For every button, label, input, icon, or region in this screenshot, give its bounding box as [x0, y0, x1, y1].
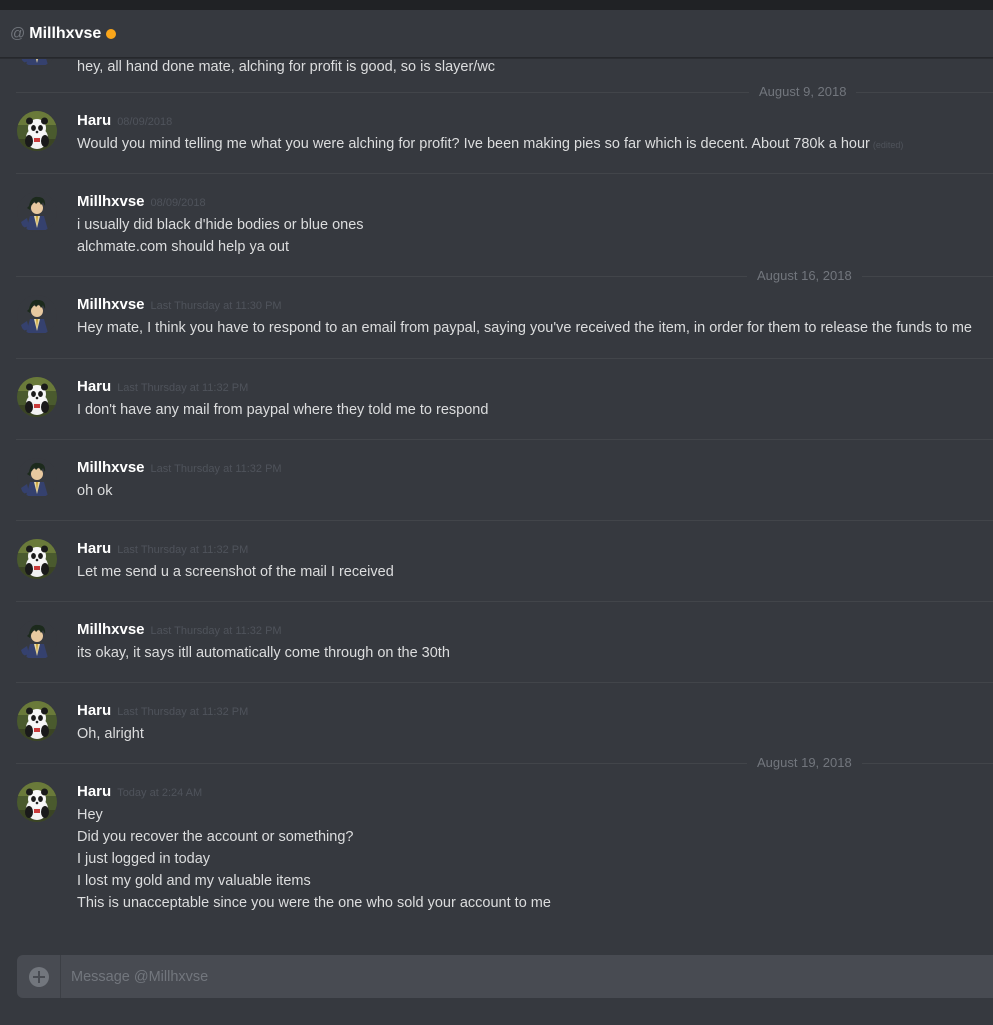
username[interactable]: Millhxvse [77, 621, 145, 638]
timestamp: Last Thursday at 11:32 PM [117, 382, 249, 394]
avatar-haru[interactable] [17, 782, 57, 822]
message-text: alchmate.com should help ya out [77, 239, 289, 255]
message-text: Hey [77, 807, 103, 823]
avatar-millhxvse[interactable] [17, 620, 57, 660]
message-group: Haru Last Thursday at 11:32 PM Oh, alrig… [0, 683, 993, 763]
message-text: Would you mind telling me what you were … [77, 136, 904, 152]
timestamp: Last Thursday at 11:32 PM [117, 706, 249, 718]
message-group: Millhxvse Last Thursday at 11:32 PM oh o… [0, 440, 993, 520]
message-text: I lost my gold and my valuable items [77, 873, 311, 889]
message-group: Millhxvse 08/09/2018 i usually did black… [0, 174, 993, 276]
message-group: Millhxvse Last Thursday at 11:30 PM Hey … [0, 277, 993, 358]
username[interactable]: Millhxvse [77, 296, 145, 313]
message-text: hey, all hand done mate, alching for pro… [77, 59, 496, 75]
plus-circle-icon [28, 966, 49, 987]
message-text: Hey mate, I think you have to respond to… [77, 320, 972, 336]
message-group: Millhxvse Last Thursday at 11:32 PM its … [0, 602, 993, 682]
attach-button[interactable] [17, 955, 61, 998]
avatar-haru[interactable] [17, 111, 57, 151]
edited-label: (edited) [872, 140, 904, 150]
avatar-haru[interactable] [17, 701, 57, 741]
username[interactable]: Millhxvse [77, 459, 145, 476]
avatar-millhxvse[interactable] [17, 458, 57, 498]
timestamp: Last Thursday at 11:30 PM [150, 300, 282, 312]
username[interactable]: Haru [77, 112, 111, 129]
message-list[interactable]: hey, all hand done mate, alching for pro… [0, 59, 993, 934]
message-text: I just logged in today [77, 851, 211, 867]
message-text: i usually did black d'hide bodies or blu… [77, 217, 364, 233]
message-text: Let me send u a screenshot of the mail I… [77, 564, 394, 580]
timestamp: 08/09/2018 [117, 116, 173, 128]
window-top-strip [0, 0, 993, 10]
message-text: Oh, alright [77, 726, 144, 742]
message-group: Haru 08/09/2018 Would you mind telling m… [0, 93, 993, 173]
message-group: Haru Last Thursday at 11:32 PM I don't h… [0, 359, 993, 439]
timestamp: Last Thursday at 11:32 PM [150, 463, 282, 475]
username[interactable]: Haru [77, 378, 111, 395]
channel-header: @ Millhxvse [0, 10, 993, 58]
timestamp: 08/09/2018 [150, 197, 206, 209]
message-group: Haru Today at 2:24 AM Hey Did you recove… [0, 764, 993, 934]
message-text: Did you recover the account or something… [77, 829, 354, 845]
message-text: This is unacceptable since you were the … [77, 895, 551, 911]
message-input[interactable] [61, 955, 993, 998]
username[interactable]: Haru [77, 702, 111, 719]
message-group: Haru Last Thursday at 11:32 PM Let me se… [0, 521, 993, 601]
avatar-millhxvse[interactable] [17, 59, 57, 67]
avatar-haru[interactable] [17, 539, 57, 579]
message-text: I don't have any mail from paypal where … [77, 402, 489, 418]
timestamp: Today at 2:24 AM [117, 787, 203, 799]
username[interactable]: Haru [77, 540, 111, 557]
recipient-name[interactable]: Millhxvse [29, 25, 101, 43]
timestamp: Last Thursday at 11:32 PM [150, 625, 282, 637]
username[interactable]: Haru [77, 783, 111, 800]
at-icon: @ [10, 25, 26, 42]
message-text: oh ok [77, 483, 113, 499]
avatar-millhxvse[interactable] [17, 295, 57, 335]
avatar-millhxvse[interactable] [17, 192, 57, 232]
timestamp: Last Thursday at 11:32 PM [117, 544, 249, 556]
message-text: its okay, it says itll automatically com… [77, 645, 450, 661]
avatar-haru[interactable] [17, 377, 57, 417]
username[interactable]: Millhxvse [77, 193, 145, 210]
status-idle-icon [106, 29, 117, 39]
message-composer [17, 955, 993, 998]
